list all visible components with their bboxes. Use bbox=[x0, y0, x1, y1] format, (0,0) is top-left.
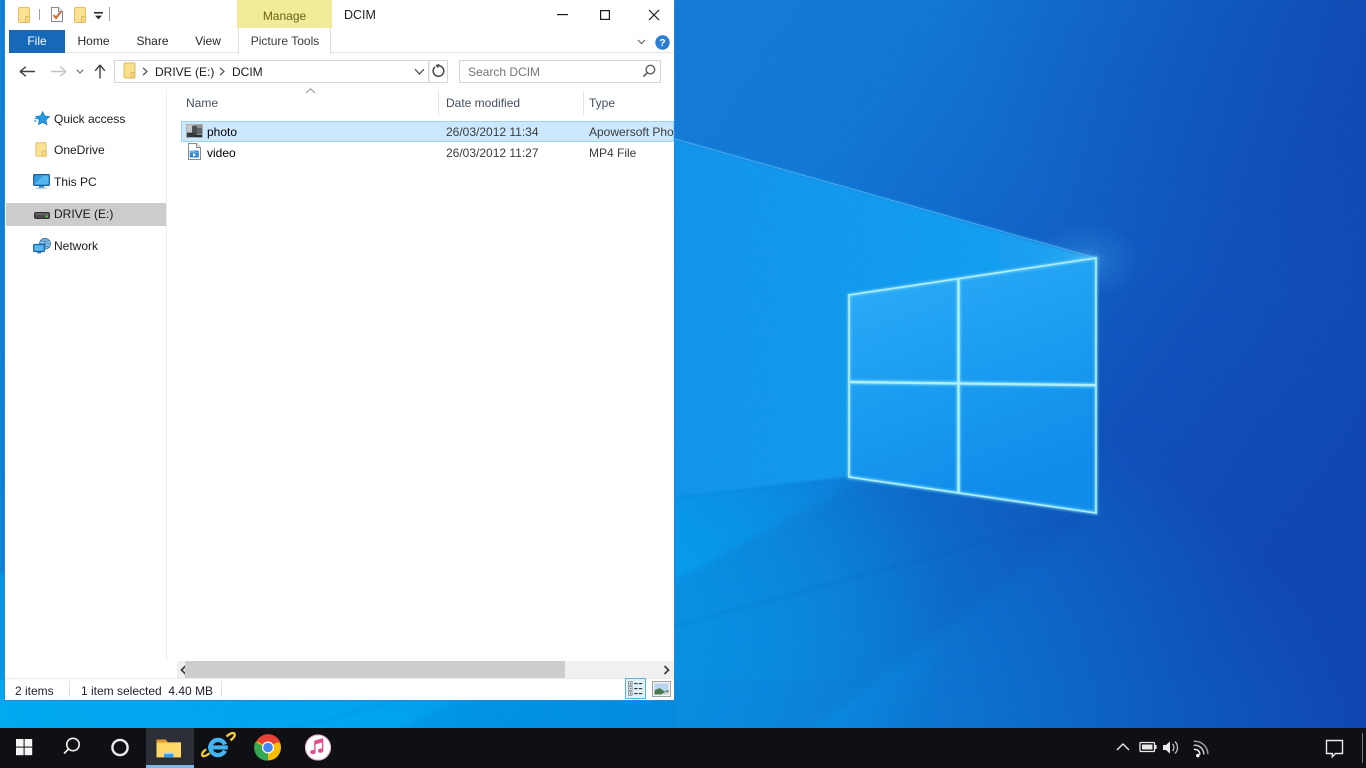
svg-text:?: ? bbox=[659, 37, 665, 49]
